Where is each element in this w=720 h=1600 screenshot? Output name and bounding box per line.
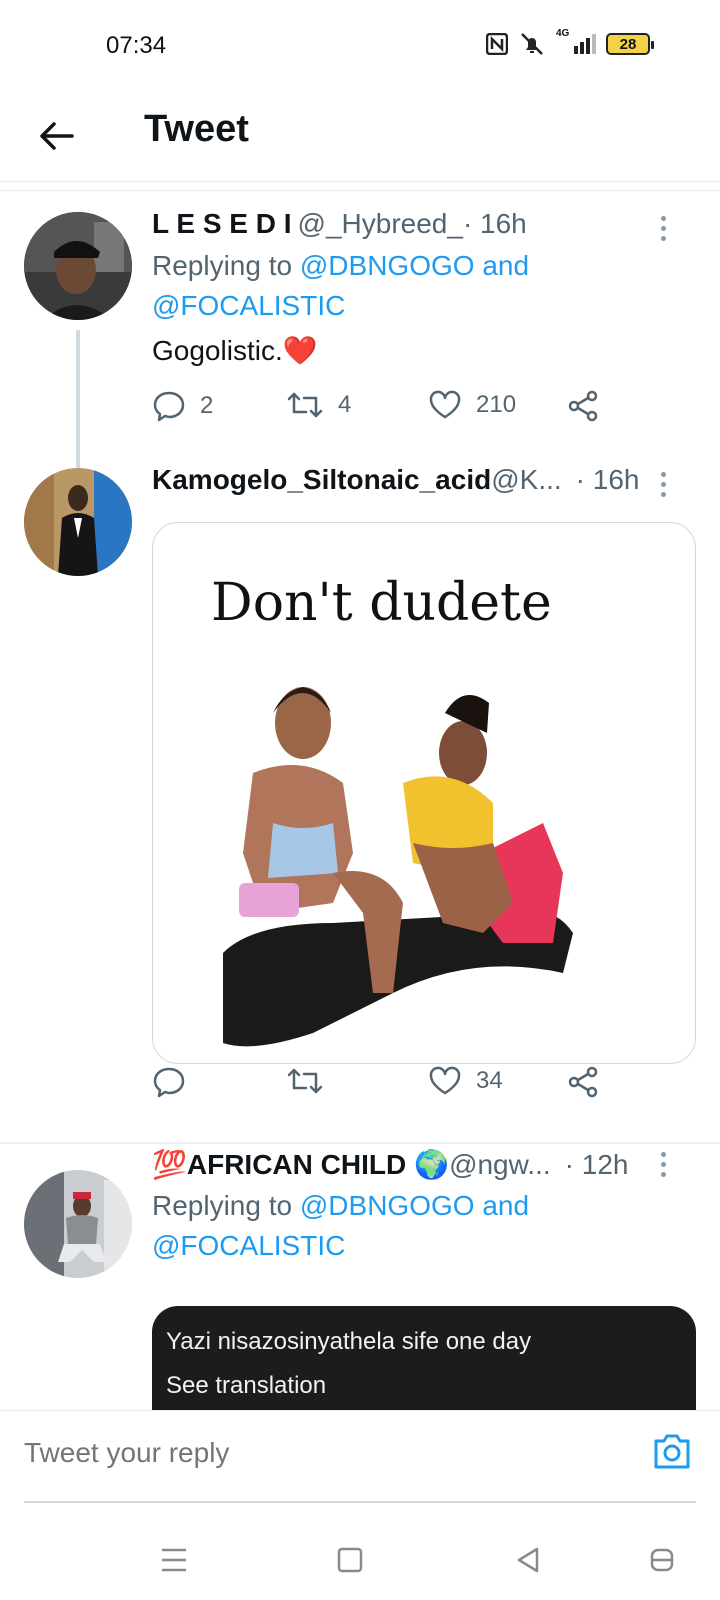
more-options-button[interactable] xyxy=(648,1144,678,1184)
avatar-image xyxy=(24,212,132,320)
share-button[interactable] xyxy=(566,1066,600,1098)
tweet-text: Gogolistic.❤️ xyxy=(152,334,318,367)
status-icons: 4G 28 xyxy=(486,28,654,56)
tweet-body: Gogolistic. xyxy=(152,335,283,366)
reply-input[interactable] xyxy=(24,1437,584,1469)
tweet-header: L E S E D I @_Hybreed_ · 16h xyxy=(152,208,527,240)
arrow-left-icon xyxy=(40,122,74,150)
menu-nav-button[interactable] xyxy=(154,1542,194,1578)
handle[interactable]: @ngw... xyxy=(449,1149,551,1181)
replying-prefix: Replying to xyxy=(152,250,300,281)
assistant-icon xyxy=(650,1548,674,1572)
share-icon xyxy=(568,1066,598,1098)
replying-and: and xyxy=(474,1190,530,1221)
timestamp[interactable]: · 12h xyxy=(565,1149,629,1181)
retweet-count: 4 xyxy=(338,391,352,418)
nfc-icon xyxy=(486,33,508,55)
avatar[interactable] xyxy=(24,1170,132,1278)
mention-link[interactable]: @DBNGOGO xyxy=(300,250,475,281)
meme-caption: Don't dudete xyxy=(211,573,552,633)
see-translation-link[interactable]: See translation xyxy=(166,1372,326,1400)
reply-icon xyxy=(153,1067,185,1098)
retweet-icon xyxy=(287,1068,323,1094)
more-options-button[interactable] xyxy=(648,208,678,248)
thread-line xyxy=(76,330,80,470)
mention-link[interactable]: @DBNGOGO xyxy=(300,1190,475,1221)
top-bar: Tweet xyxy=(0,92,720,182)
globe-emoji: 🌍 xyxy=(414,1149,450,1180)
system-nav-bar xyxy=(0,1520,720,1600)
mute-icon xyxy=(521,33,543,55)
share-icon xyxy=(568,390,598,422)
like-button[interactable]: 34 xyxy=(428,1066,503,1096)
retweet-button[interactable]: 4 xyxy=(286,390,351,420)
like-button[interactable]: 210 xyxy=(428,390,516,420)
reply-composer xyxy=(0,1410,720,1506)
meme-image xyxy=(223,687,573,1047)
display-name[interactable]: Kamogelo_Siltonaic_acid xyxy=(152,464,491,496)
back-button[interactable] xyxy=(30,110,82,162)
avatar-image xyxy=(24,1170,132,1278)
divider xyxy=(0,190,720,191)
handle[interactable]: @K... xyxy=(491,464,561,496)
retweet-icon xyxy=(287,392,323,418)
signal-icon: 4G xyxy=(556,28,596,54)
square-icon xyxy=(337,1547,363,1573)
divider xyxy=(0,1142,720,1144)
tweet-media[interactable]: Don't dudete xyxy=(152,522,696,1064)
tweet-header: 💯 AFRICAN CHILD 🌍 @ngw... · 12h xyxy=(152,1148,628,1181)
display-name[interactable]: L E S E D I xyxy=(152,208,292,240)
camera-button[interactable] xyxy=(650,1429,694,1473)
like-count: 34 xyxy=(476,1067,503,1094)
timestamp[interactable]: · 16h xyxy=(576,464,640,496)
reply-button[interactable] xyxy=(152,1066,200,1098)
camera-icon xyxy=(654,1434,690,1469)
home-nav-button[interactable] xyxy=(330,1542,370,1578)
more-options-button[interactable] xyxy=(648,464,678,504)
hundred-emoji: 💯 xyxy=(152,1149,187,1180)
retweet-button[interactable] xyxy=(286,1066,338,1096)
mention-link[interactable]: @FOCALISTIC xyxy=(152,1230,345,1261)
battery-icon: 28 xyxy=(606,33,654,55)
avatar[interactable] xyxy=(24,212,132,320)
triangle-back-icon xyxy=(517,1547,539,1573)
mention-link[interactable]: @FOCALISTIC xyxy=(152,290,345,321)
avatar-image xyxy=(24,468,132,576)
battery-level: 28 xyxy=(619,35,637,53)
share-button[interactable] xyxy=(566,390,600,422)
heart-icon xyxy=(429,1066,461,1095)
heart-emoji: ❤️ xyxy=(282,335,318,366)
tweet-media[interactable]: Yazi nisazosinyathela sife one day See t… xyxy=(152,1306,696,1416)
tweet-actions: 34 xyxy=(152,1066,612,1106)
tweet-actions: 2 4 210 xyxy=(152,390,612,430)
like-count: 210 xyxy=(476,391,517,418)
tweet-header: Kamogelo_Siltonaic_acid @K... · 16h xyxy=(152,464,639,496)
input-underline xyxy=(24,1501,696,1503)
network-type: 4G xyxy=(556,28,570,39)
heart-icon xyxy=(429,390,461,419)
reply-button[interactable]: 2 xyxy=(152,390,213,422)
timestamp[interactable]: · 16h xyxy=(463,208,527,240)
status-bar: 07:34 4G 28 xyxy=(0,0,720,92)
replying-prefix: Replying to xyxy=(152,1190,300,1221)
display-name[interactable]: AFRICAN CHILD xyxy=(187,1149,406,1181)
avatar[interactable] xyxy=(24,468,132,576)
page-title: Tweet xyxy=(144,108,249,150)
handle[interactable]: @_Hybreed_ xyxy=(298,208,463,240)
back-nav-button[interactable] xyxy=(508,1542,548,1578)
reply-count: 2 xyxy=(200,392,214,419)
replying-and: and xyxy=(474,250,530,281)
status-time: 07:34 xyxy=(106,32,167,59)
replying-to: Replying to @DBNGOGO and @FOCALISTIC xyxy=(152,246,622,326)
reply-icon xyxy=(153,391,185,422)
replying-to: Replying to @DBNGOGO and @FOCALISTIC xyxy=(152,1186,622,1266)
assistant-nav-button[interactable] xyxy=(642,1542,682,1578)
media-text: Yazi nisazosinyathela sife one day xyxy=(166,1328,532,1355)
menu-icon xyxy=(162,1548,186,1572)
